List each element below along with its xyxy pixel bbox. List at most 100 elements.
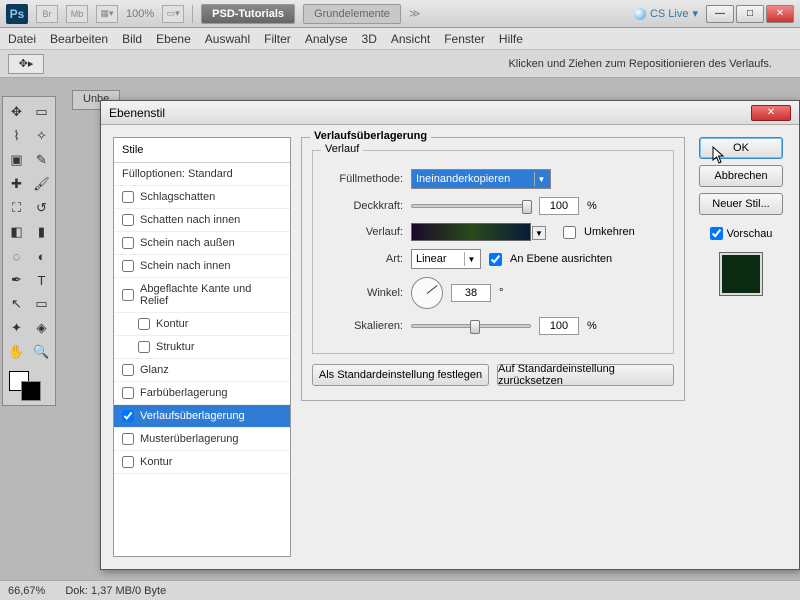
style-row[interactable]: Verlaufsüberlagerung	[114, 405, 290, 428]
style-row[interactable]: Kontur	[114, 451, 290, 474]
cs-live[interactable]: CS Live ▾	[634, 7, 698, 20]
style-checkbox[interactable]	[122, 289, 134, 301]
scale-input[interactable]	[539, 317, 579, 335]
arrange-icon[interactable]: ▦▾	[96, 5, 118, 23]
zoom-level[interactable]: 100%	[126, 8, 154, 20]
3d-tool-icon[interactable]: ✦	[5, 317, 28, 339]
preview-checkbox-row[interactable]: Vorschau	[710, 227, 773, 240]
make-default-button[interactable]: Als Standardeinstellung festlegen	[312, 364, 489, 386]
marquee-tool-icon[interactable]: ▭	[30, 101, 53, 123]
style-row[interactable]: Glanz	[114, 359, 290, 382]
heal-tool-icon[interactable]: ✚	[5, 173, 28, 195]
ps-logo[interactable]: Ps	[6, 4, 28, 24]
close-button[interactable]: ✕	[766, 5, 794, 23]
styles-header[interactable]: Stile	[114, 138, 290, 163]
hand-tool-icon[interactable]: ✋	[5, 341, 28, 363]
move-tool-icon[interactable]: ✥	[5, 101, 28, 123]
style-checkbox[interactable]	[122, 410, 134, 422]
angle-dial[interactable]	[411, 277, 443, 309]
menu-analyse[interactable]: Analyse	[305, 32, 348, 46]
style-checkbox[interactable]	[122, 456, 134, 468]
reverse-checkbox[interactable]	[563, 226, 576, 239]
minimize-button[interactable]: —	[706, 5, 734, 23]
style-label: Musterüberlagerung	[140, 433, 238, 445]
style-row[interactable]: Abgeflachte Kante und Relief	[114, 278, 290, 313]
menu-filter[interactable]: Filter	[264, 32, 291, 46]
style-checkbox[interactable]	[122, 214, 134, 226]
menu-3d[interactable]: 3D	[362, 32, 377, 46]
screen-mode-icon[interactable]: ▭▾	[162, 5, 184, 23]
gradient-tool-icon[interactable]: ▮	[30, 221, 53, 243]
type-tool-icon[interactable]: T	[30, 269, 53, 291]
gradient-style-select[interactable]: Linear▼	[411, 249, 481, 269]
style-row[interactable]: Farbüberlagerung	[114, 382, 290, 405]
scale-slider[interactable]	[411, 324, 531, 328]
menu-datei[interactable]: Datei	[8, 32, 36, 46]
style-checkbox[interactable]	[122, 387, 134, 399]
menu-ebene[interactable]: Ebene	[156, 32, 191, 46]
eyedropper-tool-icon[interactable]: ✎	[30, 149, 53, 171]
zoom-tool-icon[interactable]: 🔍	[30, 341, 53, 363]
maximize-button[interactable]: □	[736, 5, 764, 23]
blend-mode-select[interactable]: Ineinanderkopieren▼	[411, 169, 551, 189]
new-style-button[interactable]: Neuer Stil...	[699, 193, 783, 215]
opacity-input[interactable]	[539, 197, 579, 215]
angle-label: Winkel:	[325, 287, 403, 299]
current-tool-icon[interactable]: ✥▸	[8, 54, 44, 74]
style-row[interactable]: Schatten nach innen	[114, 209, 290, 232]
menu-hilfe[interactable]: Hilfe	[499, 32, 523, 46]
menu-fenster[interactable]: Fenster	[444, 32, 485, 46]
fill-options-row[interactable]: Fülloptionen: Standard	[114, 163, 290, 186]
angle-input[interactable]	[451, 284, 491, 302]
lasso-tool-icon[interactable]: ⌇	[5, 125, 28, 147]
mb-button[interactable]: Mb	[66, 5, 88, 23]
gradient-picker[interactable]: ▼	[411, 223, 531, 241]
style-checkbox[interactable]	[122, 260, 134, 272]
style-checkbox[interactable]	[122, 191, 134, 203]
workspace-more-icon[interactable]: ≫	[409, 7, 421, 20]
crop-tool-icon[interactable]: ▣	[5, 149, 28, 171]
cancel-button[interactable]: Abbrechen	[699, 165, 783, 187]
style-checkbox[interactable]	[122, 237, 134, 249]
chevron-down-icon[interactable]: ▼	[532, 226, 546, 240]
style-checkbox[interactable]	[122, 364, 134, 376]
status-zoom[interactable]: 66,67%	[8, 585, 45, 597]
history-brush-icon[interactable]: ↺	[30, 197, 53, 219]
align-checkbox[interactable]	[489, 253, 502, 266]
workspace-psd-tutorials[interactable]: PSD-Tutorials	[201, 4, 295, 24]
scale-label: Skalieren:	[325, 320, 403, 332]
wand-tool-icon[interactable]: ✧	[30, 125, 53, 147]
style-row[interactable]: Schlagschatten	[114, 186, 290, 209]
menu-ansicht[interactable]: Ansicht	[391, 32, 430, 46]
style-row[interactable]: Schein nach innen	[114, 255, 290, 278]
style-row[interactable]: Struktur	[114, 336, 290, 359]
menu-bearbeiten[interactable]: Bearbeiten	[50, 32, 108, 46]
blur-tool-icon[interactable]: ◌	[5, 245, 28, 267]
br-button[interactable]: Br	[36, 5, 58, 23]
opacity-slider[interactable]	[411, 204, 531, 208]
path-tool-icon[interactable]: ↖	[5, 293, 28, 315]
style-row[interactable]: Kontur	[114, 313, 290, 336]
dodge-tool-icon[interactable]: ◐	[30, 245, 53, 267]
dialog-titlebar[interactable]: Ebenenstil ✕	[101, 101, 799, 125]
menu-bild[interactable]: Bild	[122, 32, 142, 46]
background-swatch[interactable]	[21, 381, 41, 401]
menu-auswahl[interactable]: Auswahl	[205, 32, 250, 46]
style-checkbox[interactable]	[122, 433, 134, 445]
preview-checkbox[interactable]	[710, 227, 723, 240]
style-checkbox[interactable]	[138, 341, 150, 353]
style-row[interactable]: Musterüberlagerung	[114, 428, 290, 451]
reset-default-button[interactable]: Auf Standardeinstellung zurücksetzen	[497, 364, 674, 386]
stamp-tool-icon[interactable]: ⛶	[5, 197, 28, 219]
ok-button[interactable]: OK	[699, 137, 783, 159]
eraser-tool-icon[interactable]: ◧	[5, 221, 28, 243]
3d-cam-icon[interactable]: ◈	[30, 317, 53, 339]
pen-tool-icon[interactable]: ✒	[5, 269, 28, 291]
brush-tool-icon[interactable]: 🖌	[30, 173, 53, 195]
style-row[interactable]: Schein nach außen	[114, 232, 290, 255]
dialog-close-icon[interactable]: ✕	[751, 105, 791, 121]
color-swatches[interactable]	[5, 369, 53, 401]
style-checkbox[interactable]	[138, 318, 150, 330]
shape-tool-icon[interactable]: ▭	[30, 293, 53, 315]
workspace-grundelemente[interactable]: Grundelemente	[303, 4, 401, 24]
